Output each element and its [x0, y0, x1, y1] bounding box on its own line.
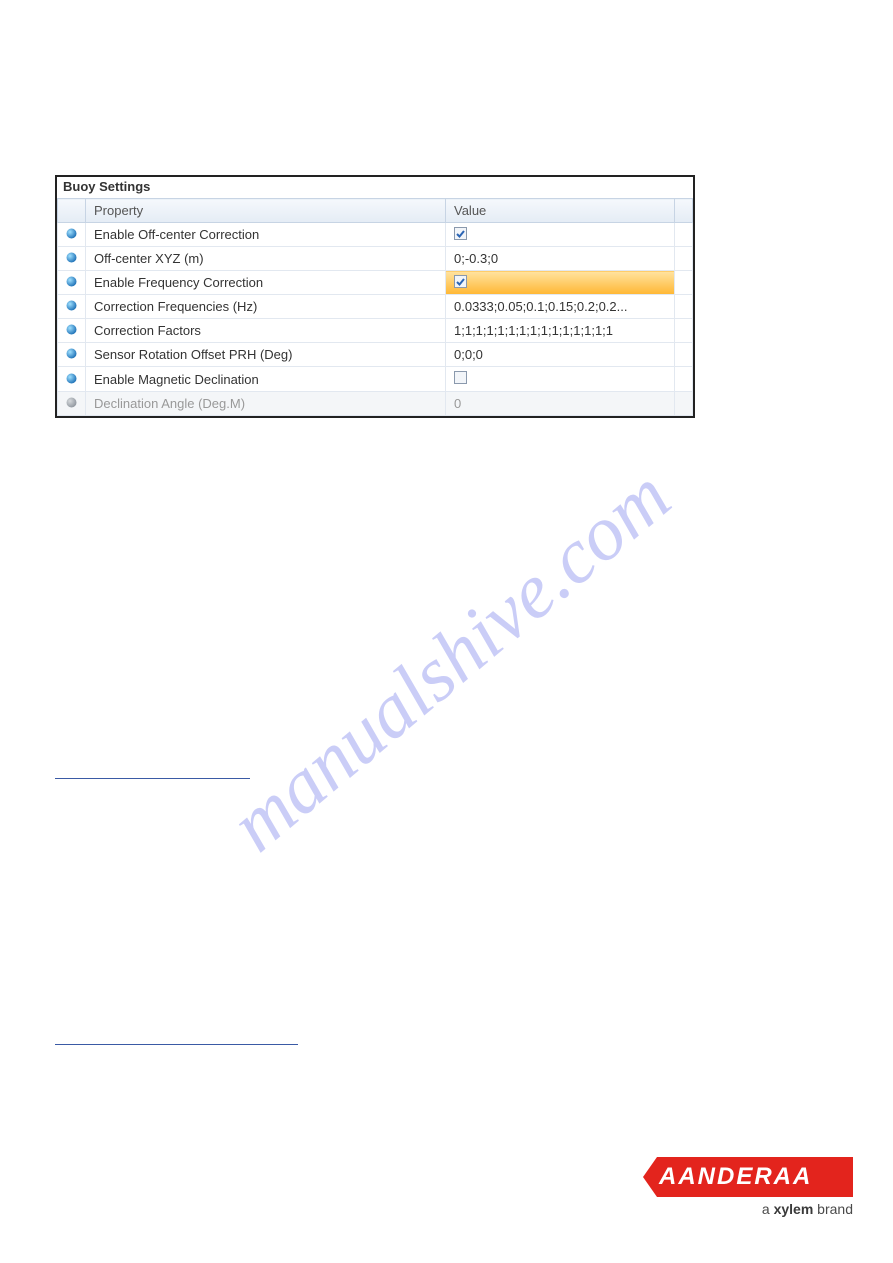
table-row[interactable]: Declination Angle (Deg.M)0: [58, 392, 693, 416]
value-cell[interactable]: 0.0333;0.05;0.1;0.15;0.2;0.2...: [446, 295, 675, 319]
logo-text: AANDERAA: [659, 1163, 812, 1191]
checkbox-icon[interactable]: [454, 275, 467, 288]
table-row[interactable]: Enable Frequency Correction: [58, 271, 693, 295]
buoy-settings-panel: Buoy Settings Property Value Enable Off-…: [55, 175, 695, 418]
value-cell[interactable]: 0: [446, 392, 675, 416]
bullet-icon: [66, 300, 77, 311]
property-cell: Correction Frequencies (Hz): [86, 295, 446, 319]
value-cell[interactable]: [446, 223, 675, 247]
bullet-icon: [66, 324, 77, 335]
table-row[interactable]: Sensor Rotation Offset PRH (Deg)0;0;0: [58, 343, 693, 367]
table-row[interactable]: Correction Factors1;1;1;1;1;1;1;1;1;1;1;…: [58, 319, 693, 343]
row-bullet: [58, 367, 86, 392]
table-row[interactable]: Enable Magnetic Declination: [58, 367, 693, 392]
row-bullet: [58, 223, 86, 247]
value-cell[interactable]: 1;1;1;1;1;1;1;1;1;1;1;1;1;1;1: [446, 319, 675, 343]
tagline-suffix: brand: [813, 1201, 853, 1217]
value-cell[interactable]: 0;0;0: [446, 343, 675, 367]
brand-logo-block: AANDERAA a xylem brand: [643, 1157, 853, 1217]
settings-table: Property Value Enable Off-center Correct…: [57, 198, 693, 416]
end-cell: [675, 367, 693, 392]
row-bullet: [58, 295, 86, 319]
end-cell: [675, 343, 693, 367]
row-bullet: [58, 343, 86, 367]
property-cell: Enable Off-center Correction: [86, 223, 446, 247]
property-cell: Enable Magnetic Declination: [86, 367, 446, 392]
col-end: [675, 199, 693, 223]
row-bullet: [58, 392, 86, 416]
logo-tagline: a xylem brand: [643, 1201, 853, 1217]
table-row[interactable]: Off-center XYZ (m)0;-0.3;0: [58, 247, 693, 271]
value-cell[interactable]: 0;-0.3;0: [446, 247, 675, 271]
end-cell: [675, 223, 693, 247]
col-property: Property: [86, 199, 446, 223]
checkbox-icon[interactable]: [454, 371, 467, 384]
row-bullet: [58, 319, 86, 343]
value-cell[interactable]: [446, 367, 675, 392]
panel-title: Buoy Settings: [57, 177, 693, 198]
col-value: Value: [446, 199, 675, 223]
bullet-icon: [66, 373, 77, 384]
bullet-icon: [66, 252, 77, 263]
tagline-prefix: a: [762, 1201, 774, 1217]
bullet-icon: [66, 397, 77, 408]
end-cell: [675, 392, 693, 416]
bullet-icon: [66, 276, 77, 287]
row-bullet: [58, 271, 86, 295]
watermark-text: manualshive.com: [213, 451, 687, 869]
end-cell: [675, 247, 693, 271]
tagline-brand: xylem: [774, 1201, 814, 1217]
aanderaa-logo: AANDERAA: [643, 1157, 853, 1197]
end-cell: [675, 319, 693, 343]
property-cell: Off-center XYZ (m): [86, 247, 446, 271]
property-cell: Sensor Rotation Offset PRH (Deg): [86, 343, 446, 367]
property-cell: Declination Angle (Deg.M): [86, 392, 446, 416]
page-root: manualshive.com Buoy Settings Property V…: [0, 0, 893, 1263]
table-row[interactable]: Enable Off-center Correction: [58, 223, 693, 247]
end-cell: [675, 295, 693, 319]
value-cell[interactable]: [446, 271, 675, 295]
bullet-icon: [66, 348, 77, 359]
property-cell: Correction Factors: [86, 319, 446, 343]
underline-1: [55, 778, 250, 779]
row-bullet: [58, 247, 86, 271]
col-bullet: [58, 199, 86, 223]
end-cell: [675, 271, 693, 295]
checkbox-icon[interactable]: [454, 227, 467, 240]
table-row[interactable]: Correction Frequencies (Hz)0.0333;0.05;0…: [58, 295, 693, 319]
bullet-icon: [66, 228, 77, 239]
underline-2: [55, 1044, 298, 1045]
property-cell: Enable Frequency Correction: [86, 271, 446, 295]
